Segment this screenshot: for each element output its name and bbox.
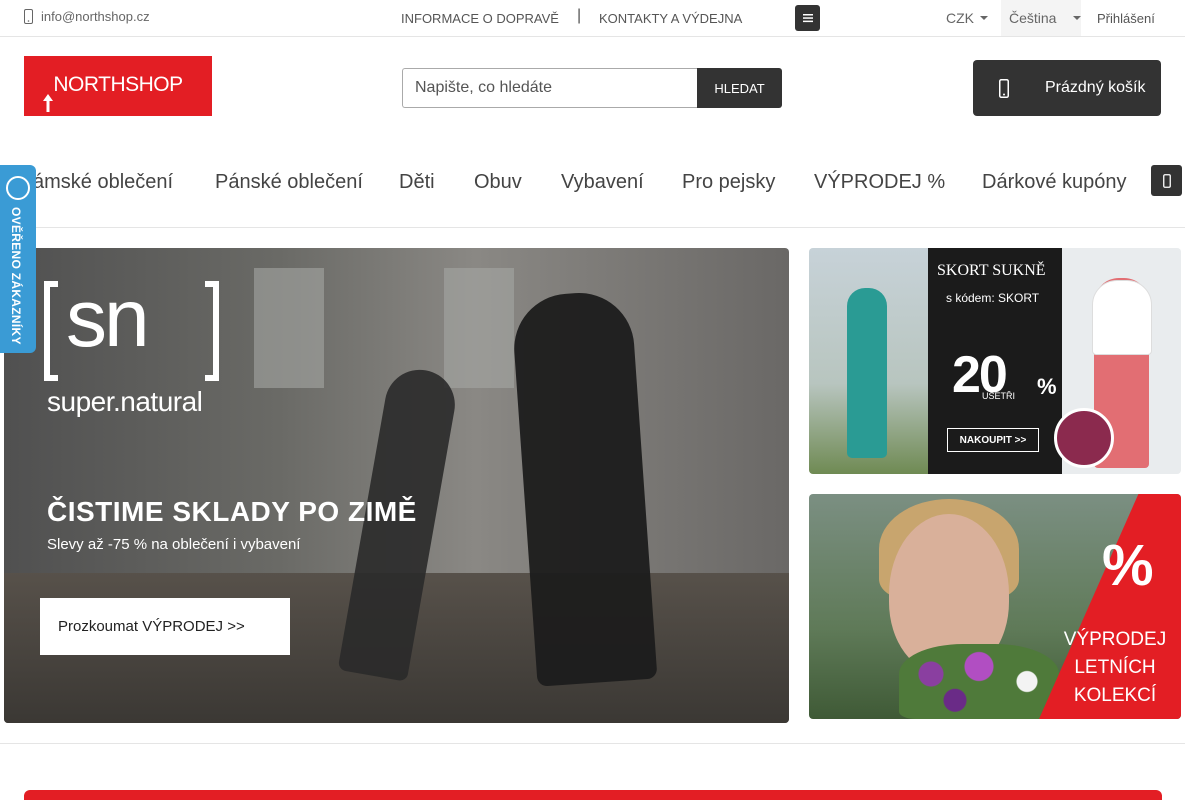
summer-line-1: VÝPRODEJ xyxy=(1063,629,1167,650)
bracket-left xyxy=(44,281,58,381)
main-navigation: ámské oblečení Pánské oblečení Děti Obuv… xyxy=(0,160,1185,228)
banner-subtitle: Slevy až -75 % na oblečení i vybavení xyxy=(47,536,301,553)
separator: | xyxy=(577,7,582,24)
bracket-right xyxy=(205,281,219,381)
banner-headline: ČISTIME SKLADY PO ZIMĚ xyxy=(47,496,417,527)
email-link[interactable]: info@northshop.cz xyxy=(24,9,150,24)
model-top xyxy=(1092,280,1152,355)
search-input[interactable] xyxy=(402,68,697,108)
explore-sale-button[interactable]: Prozkoumat VÝPRODEJ >> xyxy=(40,598,290,655)
nav-item-shoes[interactable]: Obuv xyxy=(474,171,522,194)
nav-item-sale[interactable]: VÝPRODEJ % xyxy=(814,171,945,194)
skort-title: SKORT SUKNĚ xyxy=(937,262,1046,279)
verified-by-customers-badge[interactable]: OVĚŘENO ZÁKAZNÍKY xyxy=(0,165,36,353)
hero-banner-supernatural[interactable]: sn super.natural ČISTIME SKLADY PO ZIMĚ … xyxy=(4,248,789,723)
search-button[interactable]: HLEDAT xyxy=(697,68,782,108)
nav-item-gift-vouchers[interactable]: Dárkové kupóny xyxy=(982,171,1127,194)
red-info-bar xyxy=(24,790,1162,800)
badge-text: OVĚŘENO ZÁKAZNÍKY xyxy=(9,207,23,345)
search-form: HLEDAT xyxy=(402,68,782,108)
section-divider xyxy=(0,743,1185,744)
bars-icon xyxy=(802,14,813,23)
phone-icon xyxy=(1162,173,1171,188)
summer-line-2: LETNÍCH xyxy=(1074,657,1156,678)
top-bar: info@northshop.cz INFORMACE O DOPRAVĚ | … xyxy=(0,0,1185,37)
nav-item-mens-clothing[interactable]: Pánské oblečení xyxy=(215,171,363,194)
sn-text: sn xyxy=(66,273,150,364)
nav-item-dogs[interactable]: Pro pejsky xyxy=(682,171,775,194)
summer-sale-text: VÝPRODEJ LETNÍCH KOLEKCÍ xyxy=(1055,626,1175,710)
currency-value: CZK xyxy=(946,10,974,26)
nav-item-womens-clothing[interactable]: ámské oblečení xyxy=(33,171,173,194)
summer-sale-banner[interactable]: % VÝPRODEJ LETNÍCH KOLEKCÍ xyxy=(809,494,1181,719)
summer-line-3: KOLEKCÍ xyxy=(1073,685,1157,706)
golfer-figure xyxy=(847,288,887,458)
shipping-info-link[interactable]: INFORMACE O DOPRAVĚ xyxy=(401,11,559,26)
skort-code: s kódem: SKORT xyxy=(946,291,1040,305)
arrow-up-icon xyxy=(43,94,53,112)
supernatural-logo: sn xyxy=(44,273,219,388)
site-logo[interactable]: NORTHSHOP xyxy=(24,56,212,116)
contacts-link[interactable]: KONTAKTY A VÝDEJNA xyxy=(599,11,742,26)
shop-now-button[interactable]: NAKOUPIT >> xyxy=(947,428,1039,452)
email-text: info@northshop.cz xyxy=(41,9,150,24)
menu-toggle-button[interactable] xyxy=(795,5,820,31)
background-window xyxy=(444,268,514,388)
cart-button[interactable]: Prázdný košík xyxy=(973,60,1161,116)
language-value: Čeština xyxy=(1009,10,1057,26)
percent-sign: % xyxy=(1102,533,1154,598)
cart-label: Prázdný košík xyxy=(1045,79,1146,96)
skort-product-thumb xyxy=(1054,408,1114,468)
badge-seal-icon xyxy=(6,176,30,200)
currency-dropdown[interactable]: CZK xyxy=(946,0,988,36)
phone-icon xyxy=(999,79,1009,98)
skort-discount-value: 20 xyxy=(952,346,1008,404)
skort-discount-unit: % xyxy=(1037,374,1057,399)
nav-item-kids[interactable]: Děti xyxy=(399,171,435,194)
nav-item-equipment[interactable]: Vybavení xyxy=(561,171,644,194)
login-link[interactable]: Přihlášení xyxy=(1097,11,1155,26)
background-window xyxy=(254,268,324,388)
phone-icon xyxy=(24,9,33,24)
caret-down-icon xyxy=(1073,16,1082,20)
brand-name: super.natural xyxy=(47,386,203,417)
skort-promo-banner[interactable]: SKORT SUKNĚ s kódem: SKORT UŠETŘI 20 % N… xyxy=(809,248,1181,474)
caret-down-icon xyxy=(980,16,988,20)
flower-bouquet xyxy=(899,644,1059,719)
language-dropdown[interactable]: Čeština xyxy=(1001,0,1082,36)
nav-more-button[interactable] xyxy=(1151,165,1182,196)
